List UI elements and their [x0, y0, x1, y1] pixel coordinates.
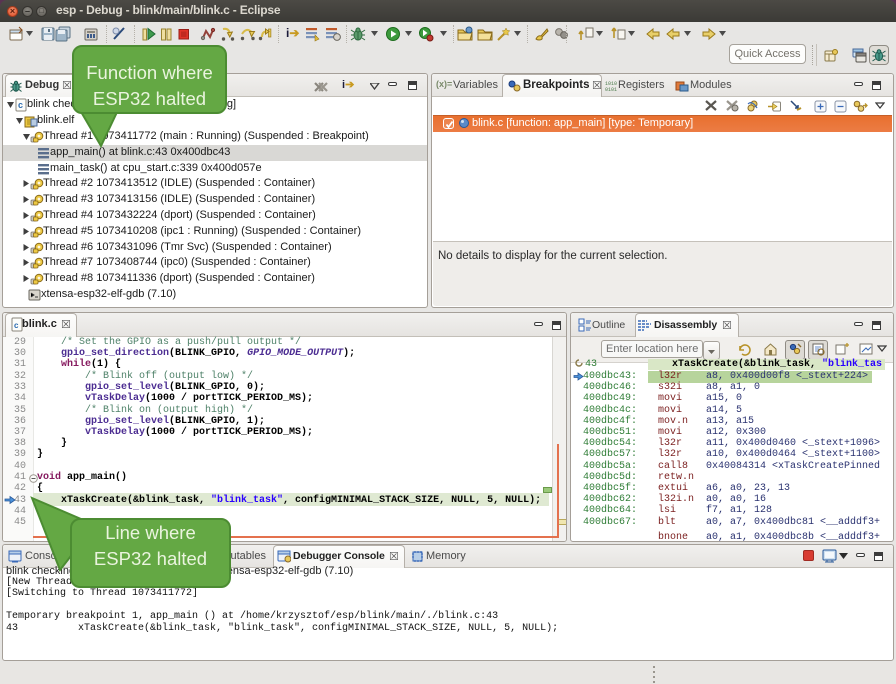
svg-text:c: c [14, 321, 19, 330]
svg-text:c: c [18, 100, 23, 110]
svg-text:0101: 0101 [605, 87, 617, 92]
